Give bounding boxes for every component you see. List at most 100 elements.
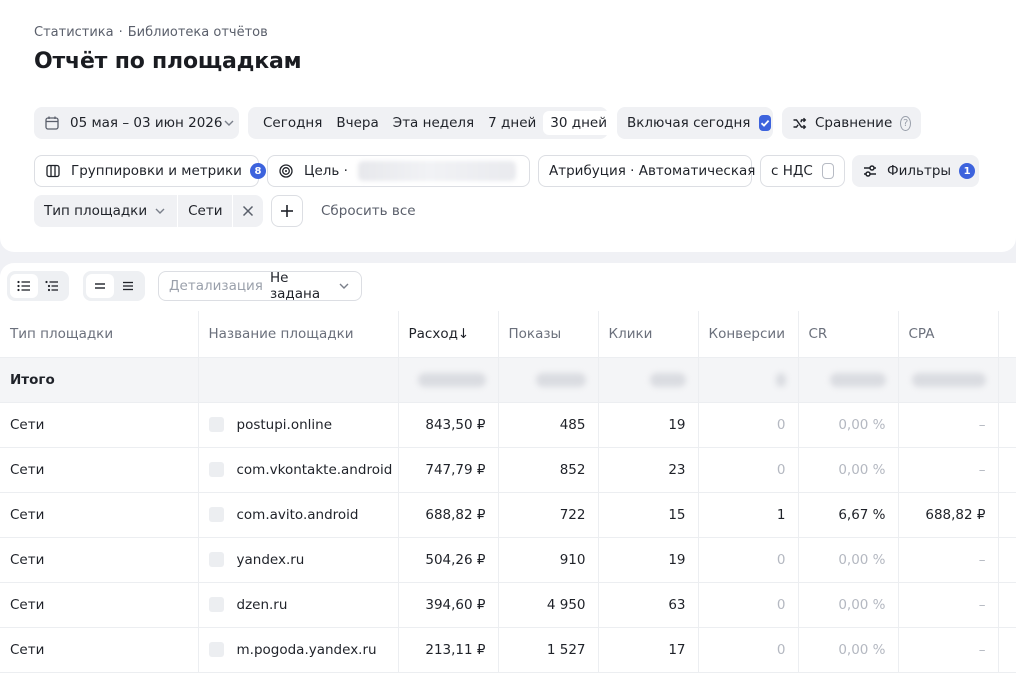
breadcrumb-item-library[interactable]: Библиотека отчётов <box>128 25 268 40</box>
column-header-placement-type[interactable]: Тип площадки <box>0 311 199 358</box>
density-compact-icon <box>95 283 105 289</box>
add-filter-button[interactable] <box>271 195 303 227</box>
list-icon <box>17 280 30 292</box>
cell-clicks: 23 <box>598 447 699 493</box>
groupings-count-badge: 8 <box>249 163 266 179</box>
period-today[interactable]: Сегодня <box>256 111 329 135</box>
vat-checkbox[interactable] <box>821 163 834 179</box>
cell-cpa: 688,82 ₽ <box>898 492 999 538</box>
cell-placement-name: yandex.ru <box>198 537 399 583</box>
cell-spend: 688,82 ₽ <box>398 492 499 538</box>
reset-all-link[interactable]: Сбросить все <box>321 203 416 219</box>
cell-conversions: 0 <box>698 402 799 448</box>
flat-view-button[interactable] <box>10 274 38 298</box>
cell-shows: 910 <box>498 537 599 583</box>
total-conversions-redacted <box>698 357 799 403</box>
groupings-metrics-button[interactable]: Группировки и метрики 8 <box>34 155 266 187</box>
density-normal-icon <box>123 281 133 291</box>
cell-cr: 0,00 % <box>798 582 899 628</box>
filter-field-selector[interactable]: Тип площадки <box>34 195 177 227</box>
total-spend-redacted <box>398 357 499 403</box>
include-today-toggle[interactable]: Включая сегодня <box>617 107 773 139</box>
cell-shows: 852 <box>498 447 599 493</box>
breadcrumb-item-statistics[interactable]: Статистика <box>34 25 114 40</box>
cell-placement-name: postupi.online <box>198 402 399 448</box>
chevron-down-icon <box>222 116 236 130</box>
filter-value[interactable]: Сети <box>177 195 232 227</box>
cell-placement-type: Сети <box>0 402 199 448</box>
row-checkbox[interactable] <box>208 462 224 477</box>
period-7-days[interactable]: 7 дней <box>481 111 543 135</box>
cell-shows: 4 950 <box>498 582 599 628</box>
table-row[interactable]: Сети com.vkontakte.android 747,79 ₽852 23 0 0… <box>0 447 1016 493</box>
column-header-placement-name[interactable]: Название площадки <box>198 311 399 358</box>
remove-filter-button[interactable] <box>232 195 263 227</box>
help-icon[interactable]: ? <box>900 115 911 131</box>
table-row[interactable]: Сети dzen.ru 394,60 ₽4 950 63 0 0,00 % – <box>0 582 1016 628</box>
cell-clicks: 17 <box>598 627 699 673</box>
row-checkbox[interactable] <box>208 417 224 432</box>
cell-cpa: – <box>898 537 999 583</box>
table-row[interactable]: Сети m.pogoda.yandex.ru 213,11 ₽1 527 17 0 0,… <box>0 627 1016 673</box>
column-header-overflow <box>998 311 1016 358</box>
row-checkbox[interactable] <box>208 552 224 567</box>
date-range-picker[interactable]: 05 мая – 03 июн 2026 <box>34 107 239 139</box>
goal-selector[interactable]: Цель · <box>267 155 530 187</box>
placement-name-text: m.pogoda.yandex.ru <box>236 641 377 658</box>
cell-shows: 485 <box>498 402 599 448</box>
comparison-button[interactable]: Сравнение ? <box>782 107 921 139</box>
cell-spend: 213,11 ₽ <box>398 627 499 673</box>
breadcrumb-separator: · <box>118 25 123 40</box>
cell-conversions: 0 <box>698 627 799 673</box>
vat-toggle[interactable]: с НДС <box>760 155 845 187</box>
density-normal-button[interactable] <box>114 274 142 298</box>
include-today-checkbox[interactable] <box>759 115 772 131</box>
table-header-row: Тип площадки Название площадки Расход↓ П… <box>0 311 1016 358</box>
active-filter-chip: Тип площадки Сети <box>34 195 263 227</box>
table-row[interactable]: Сети yandex.ru 504,26 ₽910 19 0 0,00 % – <box>0 537 1016 583</box>
column-header-clicks[interactable]: Клики <box>598 311 699 358</box>
filters-button[interactable]: Фильтры 1 <box>852 155 979 187</box>
cell-placement-type: Сети <box>0 627 199 673</box>
row-checkbox[interactable] <box>208 642 224 657</box>
filters-count-badge: 1 <box>959 163 976 179</box>
table-row[interactable]: Сети postupi.online 843,50 ₽485 19 0 0,00 % – <box>0 402 1016 448</box>
period-yesterday[interactable]: Вчера <box>329 111 385 135</box>
column-header-spend[interactable]: Расход↓ <box>398 311 499 358</box>
tree-view-button[interactable] <box>38 274 66 298</box>
cell-overflow <box>998 537 1016 583</box>
total-cell-empty <box>198 357 399 403</box>
cell-cr: 0,00 % <box>798 537 899 583</box>
row-checkbox[interactable] <box>208 597 224 612</box>
placement-name-text: dzen.ru <box>236 596 288 613</box>
cell-cr: 6,67 % <box>798 492 899 538</box>
sliders-icon <box>862 163 878 179</box>
total-cpa-redacted <box>898 357 999 403</box>
row-checkbox[interactable] <box>208 507 224 522</box>
detail-selector[interactable]: Детализация Не задана <box>158 270 362 302</box>
cell-cpa: – <box>898 627 999 673</box>
date-range-label: 05 мая – 03 июн 2026 <box>70 115 223 131</box>
chevron-down-icon <box>153 204 167 218</box>
filters-label: Фильтры <box>887 163 952 179</box>
cell-overflow <box>998 402 1016 448</box>
target-icon <box>278 163 294 179</box>
cell-cr: 0,00 % <box>798 447 899 493</box>
cell-placement-type: Сети <box>0 582 199 628</box>
numbered-list-icon <box>45 280 58 292</box>
period-30-days[interactable]: 30 дней <box>543 111 614 135</box>
cell-clicks: 63 <box>598 582 699 628</box>
column-header-cpa[interactable]: CPA <box>898 311 999 358</box>
attribution-label: Атрибуция · Автоматическая <box>549 163 756 179</box>
table-row[interactable]: Сети com.avito.android 688,82 ₽722 15 1 6,67 … <box>0 492 1016 538</box>
column-header-cr[interactable]: CR <box>798 311 899 358</box>
column-header-shows[interactable]: Показы <box>498 311 599 358</box>
density-compact-button[interactable] <box>86 274 114 298</box>
columns-icon <box>45 163 61 179</box>
chevron-down-icon <box>337 279 351 293</box>
attribution-selector[interactable]: Атрибуция · Автоматическая <box>538 155 756 187</box>
column-header-conversions[interactable]: Конверсии <box>698 311 799 358</box>
cell-overflow <box>998 447 1016 493</box>
report-table: Тип площадки Название площадки Расход↓ П… <box>0 311 1016 673</box>
period-this-week[interactable]: Эта неделя <box>386 111 481 135</box>
